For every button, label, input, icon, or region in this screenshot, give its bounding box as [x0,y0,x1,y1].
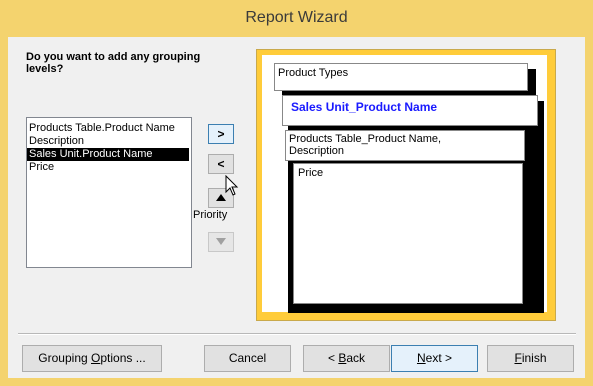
list-item[interactable]: Sales Unit.Product Name [27,148,189,161]
window-title: Report Wizard [245,9,348,26]
grouping-preview-frame: Product Types Sales Unit_Product Name Pr… [256,49,556,321]
mouse-cursor-icon [225,175,239,196]
footer-separator [18,333,576,335]
grouping-preview-page: Product Types Sales Unit_Product Name Pr… [262,55,547,313]
arrow-down-icon [216,238,226,245]
preview-group-header: Product Types [274,63,528,91]
preview-last-field: Price [293,163,523,304]
cancel-button[interactable]: Cancel [204,345,291,372]
priority-label: Priority [193,209,228,221]
grouping-options-button[interactable]: Grouping Options ... [22,345,162,372]
wizard-client-area: Do you want to add any grouping levels? … [8,37,585,378]
finish-button[interactable]: Finish [487,345,574,372]
report-wizard-window: Report Wizard Do you want to add any gro… [0,0,593,386]
add-grouping-button[interactable]: > [208,124,234,144]
list-item[interactable]: Description [27,135,189,148]
back-button[interactable]: < Back [303,345,390,372]
next-button[interactable]: Next > [391,345,478,372]
preview-detail-fields: Products Table_Product Name, Description [285,130,525,161]
grouping-question: Do you want to add any grouping levels? [26,51,201,75]
available-fields-list[interactable]: Products Table.Product Name Description … [26,117,192,268]
preview-sub-group: Sales Unit_Product Name [282,95,538,126]
priority-down-button [208,232,234,252]
list-item[interactable]: Price [27,161,189,174]
list-item[interactable]: Products Table.Product Name [27,122,189,135]
remove-grouping-button[interactable]: < [208,154,234,174]
